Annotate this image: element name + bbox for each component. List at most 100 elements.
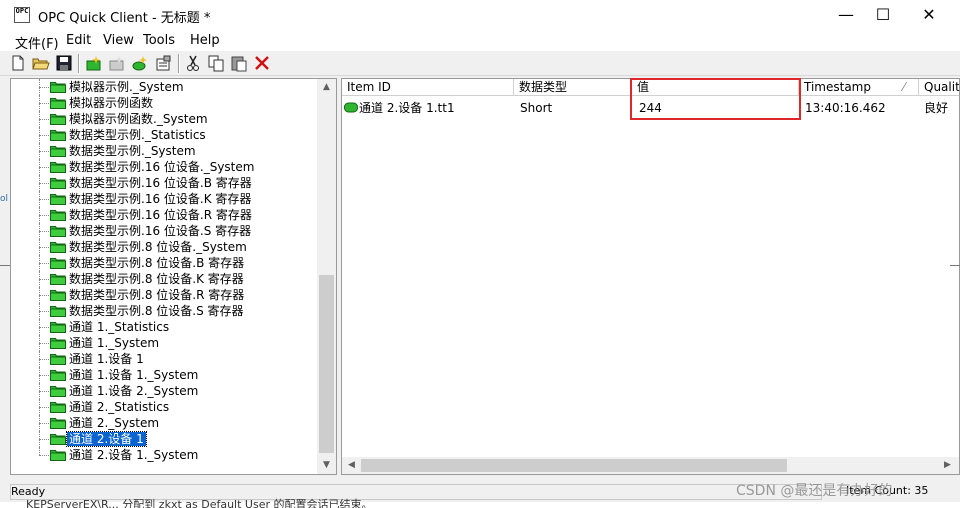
folder-icon [50, 81, 66, 93]
menu-bar: 文件(F) Edit View Tools Help [0, 30, 960, 52]
tree-item[interactable]: 通道 1.设备 2._System [11, 383, 319, 399]
tree-item-label: 通道 1._System [69, 336, 160, 350]
column-header-item-id[interactable]: Item ID [342, 79, 514, 96]
tree-item-label: 数据类型示例.16 位设备.K 寄存器 [69, 192, 252, 206]
scroll-left-arrow[interactable]: ◀ [342, 457, 361, 474]
tree-item[interactable]: 数据类型示例._Statistics [11, 127, 319, 143]
tree-item[interactable]: 模拟器示例函数 [11, 95, 319, 111]
tree-item[interactable]: 数据类型示例.8 位设备.S 寄存器 [11, 303, 319, 319]
tree-item[interactable]: 数据类型示例.8 位设备.B 寄存器 [11, 255, 319, 271]
folder-icon [50, 369, 66, 381]
delete-icon[interactable] [253, 54, 271, 72]
tree-item[interactable]: 通道 2._System [11, 415, 319, 431]
new-server-icon[interactable] [85, 54, 103, 72]
tree-item[interactable]: 通道 1.设备 1._System [11, 367, 319, 383]
folder-icon [50, 321, 66, 333]
column-header-data-type[interactable]: 数据类型 [514, 79, 632, 96]
menu-edit[interactable]: Edit [66, 33, 91, 48]
folder-icon [50, 273, 66, 285]
scroll-thumb[interactable] [319, 275, 334, 453]
tree-item-label: 数据类型示例.16 位设备.B 寄存器 [69, 176, 252, 190]
close-button[interactable]: ✕ [906, 0, 952, 30]
tree-item[interactable]: 数据类型示例.16 位设备.R 寄存器 [11, 207, 319, 223]
tree-connector [39, 455, 49, 456]
column-header-timestamp-label: Timestamp [804, 80, 871, 94]
copy-icon[interactable] [207, 54, 225, 72]
column-header-timestamp[interactable]: Timestamp ⁄ [799, 79, 919, 96]
scroll-down-arrow[interactable]: ▼ [317, 457, 336, 474]
tree-connector [39, 295, 49, 296]
toolbar [0, 51, 960, 76]
folder-icon [50, 257, 66, 269]
cell-quality: 良好 [924, 101, 949, 115]
tree-item[interactable]: 数据类型示例._System [11, 143, 319, 159]
folder-icon [50, 417, 66, 429]
scroll-right-arrow[interactable]: ▶ [938, 457, 957, 474]
tree-item-label: 数据类型示例.8 位设备.B 寄存器 [69, 256, 245, 270]
folder-icon [50, 241, 66, 253]
item-list-panel[interactable]: Item ID 数据类型 值 Timestamp ⁄ Qualit 通道 2.设… [341, 78, 960, 475]
tree-item-label: 模拟器示例函数._System [69, 112, 208, 126]
menu-help[interactable]: Help [190, 33, 220, 48]
save-icon[interactable] [55, 54, 73, 72]
new-file-icon[interactable] [9, 54, 27, 72]
tree-connector [39, 247, 49, 248]
tree-item-label: 数据类型示例.8 位设备.R 寄存器 [69, 288, 245, 302]
tree-connector [39, 119, 49, 120]
tree-connector [39, 447, 40, 455]
new-group-icon[interactable] [108, 54, 126, 72]
horizontal-scrollbar[interactable]: ◀ ▶ [342, 457, 959, 474]
tree-connector [39, 279, 49, 280]
tree-item[interactable]: 模拟器示例._System [11, 79, 319, 95]
folder-icon [50, 385, 66, 397]
properties-icon[interactable] [154, 54, 172, 72]
tree-item[interactable]: 数据类型示例.8 位设备.K 寄存器 [11, 271, 319, 287]
folder-icon [50, 305, 66, 317]
open-folder-icon[interactable] [32, 54, 50, 72]
tree-item[interactable]: 数据类型示例.16 位设备.B 寄存器 [11, 175, 319, 191]
tree-item[interactable]: 通道 1.设备 1 [11, 351, 319, 367]
tree-item[interactable]: 通道 1._Statistics [11, 319, 319, 335]
tree-item-label: 数据类型示例._Statistics [69, 128, 206, 142]
maximize-button[interactable]: ☐ [860, 0, 906, 30]
tree-connector [39, 359, 49, 360]
tree-item-label: 通道 1.设备 1._System [69, 368, 199, 382]
folder-icon [50, 209, 66, 221]
tree-item[interactable]: 通道 2.设备 1._System [11, 447, 319, 463]
scroll-thumb[interactable] [361, 459, 787, 472]
tree-panel[interactable]: 模拟器示例._System 模拟器示例函数 模拟器示例函数._System 数据类型示… [10, 78, 337, 475]
cell-data-type: Short [520, 101, 553, 115]
tree-item[interactable]: 数据类型示例.16 位设备.K 寄存器 [11, 191, 319, 207]
tree-item[interactable]: 模拟器示例函数._System [11, 111, 319, 127]
folder-icon [50, 353, 66, 365]
title-bar[interactable]: OPC OPC Quick Client - 无标题 * — ☐ ✕ [0, 0, 960, 30]
tree-item[interactable]: 通道 2._Statistics [11, 399, 319, 415]
toolbar-separator [178, 54, 180, 73]
tree-connector [39, 407, 49, 408]
watermark: CSDN @最还是有办好的 [736, 483, 893, 499]
folder-icon [50, 401, 66, 413]
tree-item[interactable]: 数据类型示例.8 位设备.R 寄存器 [11, 287, 319, 303]
tree-item[interactable]: 通道 2.设备 1 [11, 431, 319, 447]
tree-connector [39, 199, 49, 200]
tree-item[interactable]: 通道 1._System [11, 335, 319, 351]
scroll-up-arrow[interactable]: ▲ [317, 79, 336, 96]
new-item-icon[interactable] [131, 54, 149, 72]
tree-item[interactable]: 数据类型示例.16 位设备.S 寄存器 [11, 223, 319, 239]
tree-item-label: 数据类型示例.8 位设备.K 寄存器 [69, 272, 244, 286]
cut-icon[interactable] [184, 54, 202, 72]
menu-file[interactable]: 文件(F) [15, 33, 59, 52]
tree-connector [39, 327, 49, 328]
paste-icon[interactable] [230, 54, 248, 72]
tree-item-label: 数据类型示例.16 位设备._System [69, 160, 255, 174]
folder-icon [50, 113, 66, 125]
tree-item[interactable]: 数据类型示例.8 位设备._System [11, 239, 319, 255]
vertical-scrollbar[interactable]: ▲ ▼ [317, 79, 336, 474]
menu-tools[interactable]: Tools [143, 33, 175, 48]
column-header-quality[interactable]: Qualit [919, 79, 959, 96]
tree-item-label: 通道 1.设备 1 [69, 352, 144, 366]
menu-view[interactable]: View [103, 33, 134, 48]
tree-item-label: 通道 2._System [69, 416, 160, 430]
tree-item[interactable]: 数据类型示例.16 位设备._System [11, 159, 319, 175]
tree-item-label: 数据类型示例.16 位设备.R 寄存器 [69, 208, 252, 222]
